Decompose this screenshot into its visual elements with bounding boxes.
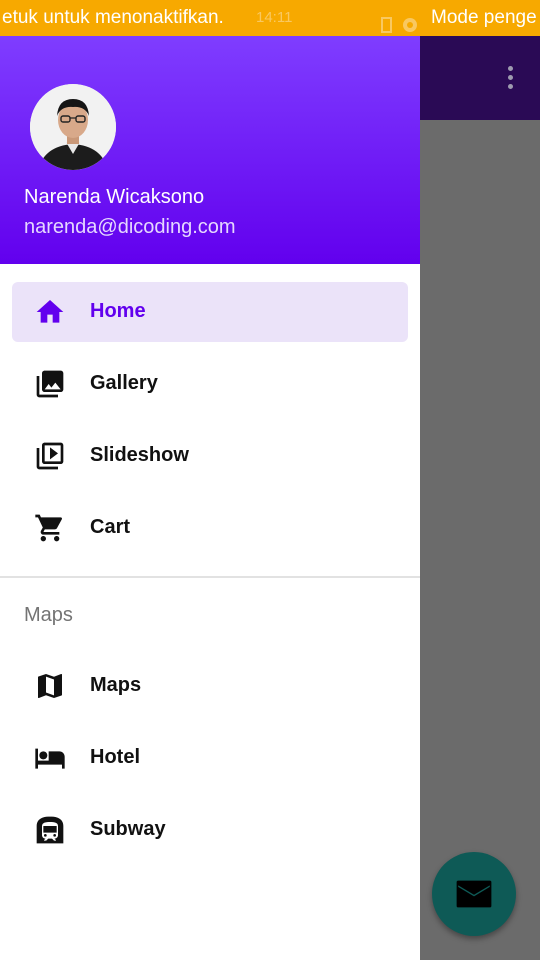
- status-time: 14:11: [256, 9, 293, 26]
- status-bar: etuk untuk menonaktifkan. 14:11 Mode pen…: [0, 0, 540, 36]
- user-email: narenda@dicoding.com: [24, 216, 236, 238]
- home-icon: [36, 300, 64, 323]
- drawer-item-label: Gallery: [90, 372, 158, 394]
- drawer-item-gallery[interactable]: Gallery: [12, 354, 408, 414]
- mail-icon: [456, 880, 492, 908]
- user-name: Narenda Wicaksono: [24, 186, 205, 208]
- drawer-scrim[interactable]: [420, 120, 540, 960]
- drawer-item-maps[interactable]: Maps: [12, 656, 408, 716]
- hotel-icon: [35, 748, 65, 769]
- status-notification-text: etuk untuk menonaktifkan.: [2, 7, 224, 28]
- status-mode-text: Mode penge: [431, 7, 537, 28]
- drawer-item-home[interactable]: Home: [12, 282, 408, 342]
- map-icon: [38, 674, 62, 698]
- more-options-icon[interactable]: [508, 66, 514, 92]
- drawer-item-label: Home: [90, 300, 146, 322]
- drawer-item-label: Hotel: [90, 746, 140, 768]
- app-toolbar: [420, 36, 540, 120]
- slideshow-icon: [36, 442, 64, 470]
- gallery-icon: [36, 370, 64, 398]
- status-icons: [380, 10, 420, 33]
- avatar: [30, 84, 116, 170]
- drawer-item-hotel[interactable]: Hotel: [12, 728, 408, 788]
- drawer-item-slideshow[interactable]: Slideshow: [12, 426, 408, 486]
- subway-icon: [36, 816, 64, 844]
- drawer-item-subway[interactable]: Subway: [12, 800, 408, 860]
- cart-icon: [35, 514, 63, 542]
- navigation-drawer: Narenda Wicaksono narenda@dicoding.com H…: [0, 36, 420, 960]
- drawer-item-label: Cart: [90, 516, 131, 538]
- mail-fab-button[interactable]: [432, 852, 516, 936]
- drawer-item-label: Maps: [90, 674, 142, 696]
- drawer-divider: [0, 576, 420, 578]
- drawer-header: Narenda Wicaksono narenda@dicoding.com: [0, 36, 420, 264]
- drawer-item-cart[interactable]: Cart: [12, 498, 408, 558]
- drawer-item-label: Slideshow: [90, 444, 189, 466]
- section-title-maps: Maps: [24, 604, 73, 626]
- drawer-item-label: Subway: [90, 818, 166, 840]
